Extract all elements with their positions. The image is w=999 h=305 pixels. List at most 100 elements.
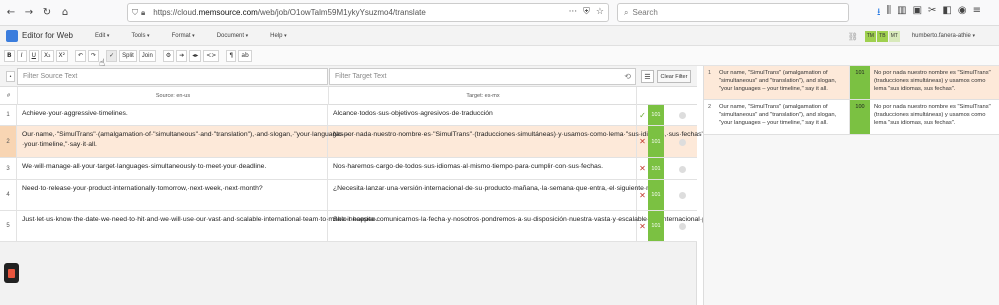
source-cell: We·will·manage·all·your·target·languages… bbox=[18, 158, 328, 179]
target-cell[interactable]: Alcance·todos·sus·objetivos·agresivos·de… bbox=[329, 105, 637, 125]
app-title: Editor for Web bbox=[22, 31, 73, 40]
link-icon[interactable]: ⛓ bbox=[848, 32, 858, 41]
segment-row[interactable]: 3 We·will·manage·all·your·target·languag… bbox=[0, 158, 697, 180]
filter-source-input[interactable]: Filter Source Text bbox=[17, 68, 328, 85]
refresh-icon[interactable]: ⟲ bbox=[624, 72, 631, 81]
account-icon[interactable]: ◉ bbox=[958, 5, 967, 22]
target-cell[interactable]: No·por·nada·nuestro·nombre·es·"SimulTran… bbox=[329, 126, 706, 157]
user-menu[interactable]: humberto.fanera-athie bbox=[912, 33, 975, 39]
browser-toolbar: ← → ↻ ⌂ ⛉ 🔒︎ https://cloud.memsource.com… bbox=[0, 0, 999, 26]
lock-dot-icon[interactable] bbox=[679, 112, 686, 119]
split-button[interactable]: Split bbox=[119, 49, 137, 62]
bold-button[interactable]: B bbox=[4, 49, 15, 62]
lock-icon: 🔒︎ bbox=[141, 7, 146, 17]
source-cell: Just·let·us·know·the·date·we·need·to·hit… bbox=[18, 211, 377, 241]
menu-format[interactable]: Format bbox=[172, 33, 195, 39]
clear-filter-button[interactable]: Clear Filter bbox=[657, 70, 691, 83]
copy-source-button[interactable]: ➔ bbox=[176, 49, 188, 62]
tm-source: Our name, "SimulTrans" (amalgamation of … bbox=[716, 100, 850, 134]
search-input[interactable]: ⌕ Search bbox=[617, 3, 849, 22]
tb-toggle[interactable]: TB bbox=[876, 30, 888, 42]
segment-number: 2 bbox=[0, 126, 17, 157]
tm-match-row[interactable]: 1 Our name, "SimulTrans" (amalgamation o… bbox=[704, 66, 999, 100]
download-icon[interactable]: ⭳ bbox=[877, 5, 881, 22]
reload-icon[interactable]: ↻ bbox=[40, 6, 54, 20]
segment-row-active[interactable]: 2 Our·name,·"SimulTrans"·(amalgamation·o… bbox=[0, 126, 706, 158]
grid-header: # Source: en-us Target: es-mx bbox=[0, 87, 697, 105]
source-cell: Need·to·release·your·product·internation… bbox=[18, 180, 328, 210]
match-score: 101 bbox=[648, 105, 664, 125]
tm-score: 100 bbox=[850, 100, 870, 134]
library-icon[interactable]: ⫼ bbox=[887, 5, 892, 22]
segment-number: 1 bbox=[0, 105, 17, 125]
lock-dot-icon[interactable] bbox=[679, 165, 686, 173]
cat-pane: 1 Our name, "SimulTrans" (amalgamation o… bbox=[703, 66, 999, 305]
forward-icon[interactable]: → bbox=[22, 6, 36, 20]
segment-number: 4 bbox=[0, 180, 17, 210]
join-button[interactable]: Join bbox=[138, 49, 156, 62]
tm-match-row[interactable]: 2 Our name, "SimulTrans" (amalgamation o… bbox=[704, 100, 999, 135]
bookmark-star-icon[interactable]: ☆ bbox=[596, 7, 604, 17]
more-actions-icon[interactable]: ··· bbox=[569, 7, 578, 17]
extension-icon[interactable]: ◧ bbox=[942, 5, 951, 22]
grid-empty-area bbox=[0, 242, 697, 305]
source-cell: Achieve·your·aggressive·timelines. bbox=[18, 105, 328, 125]
pocket-icon[interactable]: ⛨ bbox=[583, 7, 590, 17]
unconfirmed-icon: ✕ bbox=[639, 221, 646, 231]
code-button[interactable]: <> bbox=[203, 49, 220, 62]
lock-dot-icon[interactable] bbox=[679, 138, 686, 146]
header-source: Source: en-us bbox=[155, 93, 191, 99]
target-cell[interactable]: Solo·necesita·comunicarnos·la·fecha·y·no… bbox=[329, 211, 769, 241]
header-target: Target: es-mx bbox=[466, 93, 500, 99]
segment-row[interactable]: 1 Achieve·your·aggressive·timelines. Alc… bbox=[0, 105, 697, 126]
record-stop-button[interactable] bbox=[4, 263, 19, 283]
segment-number: 5 bbox=[0, 211, 17, 241]
redo-button[interactable]: ↷ bbox=[88, 49, 100, 62]
italic-button[interactable]: I bbox=[16, 49, 27, 62]
tm-target: No por nada nuestro nombre es "SimulTran… bbox=[874, 70, 991, 93]
underline-button[interactable]: U bbox=[28, 49, 39, 62]
undo-button[interactable]: ↶ bbox=[75, 49, 87, 62]
menu-icon[interactable]: ≡ bbox=[973, 5, 981, 22]
sidebar-icon[interactable]: ▥ bbox=[897, 5, 906, 22]
segment-row[interactable]: 4 Need·to·release·your·product·internati… bbox=[0, 180, 697, 211]
address-bar[interactable]: ⛉ 🔒︎ https://cloud.memsource.com/web/job… bbox=[127, 3, 609, 22]
back-icon[interactable]: ← bbox=[4, 6, 18, 20]
nonprinting-button[interactable]: ¶ bbox=[226, 49, 237, 62]
tm-match-number: 2 bbox=[707, 104, 712, 110]
target-cell[interactable]: ¿Necesita·lanzar·una·versión·internacion… bbox=[329, 180, 663, 210]
menu-document[interactable]: Document bbox=[217, 33, 248, 39]
filter-target-input[interactable]: Filter Target Text ⟲ bbox=[329, 68, 636, 85]
menu-help[interactable]: Help bbox=[270, 33, 286, 39]
screenshot-icon[interactable]: ✂ bbox=[928, 5, 936, 22]
search-placeholder: Search bbox=[632, 8, 658, 17]
settings-button[interactable]: ⚙ bbox=[162, 49, 175, 62]
match-score: 101 bbox=[648, 180, 664, 210]
superscript-button[interactable]: X² bbox=[55, 49, 69, 62]
tags-button[interactable]: ◂▸ bbox=[189, 49, 202, 62]
target-cell[interactable]: Nos·haremos·cargo·de·todos·sus·idiomas·a… bbox=[329, 158, 637, 179]
unconfirmed-icon: ✕ bbox=[639, 164, 646, 173]
segment-grid: # Source: en-us Target: es-mx 1 Achieve·… bbox=[0, 87, 769, 242]
match-score: 101 bbox=[648, 211, 664, 241]
stop-icon bbox=[8, 268, 15, 278]
mt-toggle[interactable]: MT bbox=[888, 30, 900, 42]
tm-source: Our name, "SimulTrans" (amalgamation of … bbox=[716, 66, 850, 99]
spellcheck-button[interactable]: ab bbox=[238, 49, 252, 62]
tm-toggle[interactable]: TM bbox=[864, 30, 876, 42]
shield-icon: ⛉ bbox=[132, 7, 138, 17]
home-icon[interactable]: ⌂ bbox=[58, 6, 72, 20]
list-view-icon[interactable]: ☰ bbox=[641, 70, 654, 83]
subscript-button[interactable]: X₂ bbox=[40, 49, 54, 62]
confirmed-icon: ✓ bbox=[639, 110, 646, 120]
menu-edit[interactable]: Edit bbox=[95, 33, 109, 39]
segment-row[interactable]: 5 Just·let·us·know·the·date·we·need·to·h… bbox=[0, 211, 769, 242]
menu-tools[interactable]: Tools bbox=[131, 33, 149, 39]
lock-dot-icon[interactable] bbox=[679, 223, 686, 230]
segment-number: 3 bbox=[0, 158, 17, 179]
tm-score: 101 bbox=[850, 66, 870, 99]
confirm-button[interactable]: ✓ bbox=[106, 49, 118, 62]
reader-icon[interactable]: ▣ bbox=[913, 5, 922, 22]
filter-toggle[interactable]: • bbox=[6, 71, 15, 82]
lock-dot-icon[interactable] bbox=[679, 192, 686, 199]
